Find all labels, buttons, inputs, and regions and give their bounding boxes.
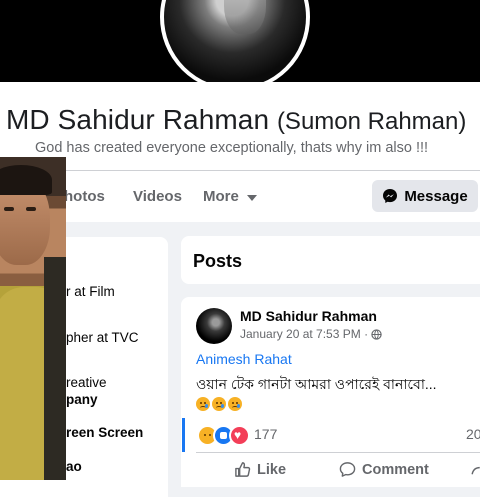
globe-icon [371, 328, 382, 340]
comment-label: Comment [362, 461, 429, 478]
reaction-icons[interactable] [197, 425, 250, 446]
profile-bio: God has created everyone exceptionally, … [35, 140, 429, 156]
messenger-icon [382, 188, 398, 204]
intro-item[interactable]: pany [66, 392, 98, 407]
post-action-divider [196, 452, 480, 453]
post-text: ওয়ান টেক গানটা আমরা ওপারেই বানাবো... [196, 376, 437, 392]
intro-item: pher at TVC [66, 330, 139, 345]
person-photo [0, 157, 66, 480]
message-label: Message [404, 187, 468, 205]
profile-name-main: MD Sahidur Rahman [6, 104, 270, 135]
reaction-accent-bar [182, 418, 185, 452]
post-author-name[interactable]: MD Sahidur Rahman [240, 308, 377, 324]
crying-emoji-icon [196, 397, 210, 411]
intro-item[interactable]: reen Screen [66, 425, 143, 440]
profile-name: MD Sahidur Rahman (Sumon Rahman) [6, 103, 466, 139]
comment-button[interactable]: Comment [339, 461, 429, 478]
post-emoji-line [196, 397, 242, 411]
tab-videos[interactable]: Videos [133, 188, 182, 205]
tab-more[interactable]: More [203, 188, 258, 206]
love-reaction-icon [229, 425, 250, 446]
tab-more-label: More [203, 188, 239, 205]
like-label: Like [257, 461, 287, 478]
reaction-count[interactable]: 177 [254, 426, 277, 442]
crying-emoji-icon [228, 397, 242, 411]
comment-icon [339, 461, 356, 478]
message-button[interactable]: Message [372, 180, 478, 212]
comment-count[interactable]: 20 [466, 426, 480, 442]
intro-item: reative [66, 375, 107, 390]
chevron-down-icon [247, 189, 258, 206]
profile-alternate-name: (Sumon Rahman) [276, 108, 467, 135]
header-divider [0, 170, 480, 171]
intro-item: r at Film [66, 284, 115, 299]
tab-photos[interactable]: hotos [64, 188, 105, 205]
like-button[interactable]: Like [234, 461, 286, 478]
crying-emoji-icon [212, 397, 226, 411]
tagged-person-link[interactable]: Animesh Rahat [196, 351, 292, 367]
post-timestamp[interactable]: January 20 at 7:53 PM · [240, 327, 368, 341]
intro-item[interactable]: ao [66, 459, 82, 474]
post-author-avatar[interactable] [196, 308, 232, 344]
post-meta: January 20 at 7:53 PM · [240, 327, 382, 341]
like-icon [234, 461, 251, 478]
posts-title: Posts [193, 251, 243, 271]
